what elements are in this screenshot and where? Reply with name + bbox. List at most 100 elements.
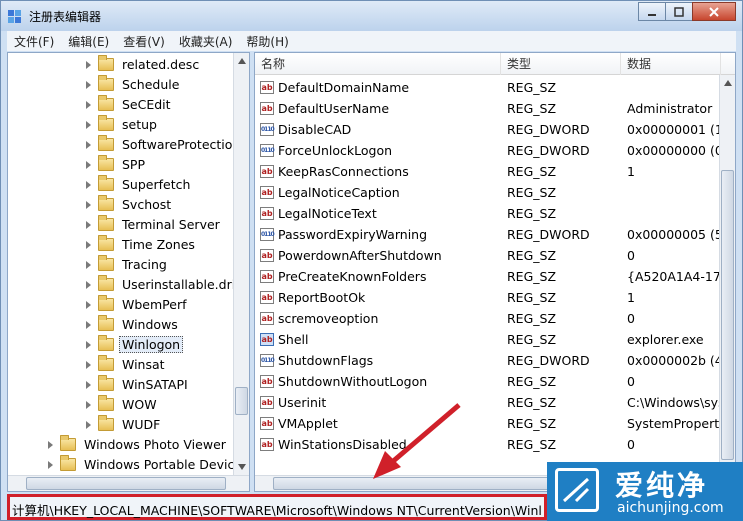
expand-arrow-icon[interactable] [84,320,93,329]
value-row[interactable]: ab LegalNoticeText REG_SZ [255,203,735,224]
string-value-icon: ab [260,396,274,409]
tree-item[interactable]: WbemPerf [84,294,189,314]
value-name-cell: ab Shell [260,332,500,347]
expand-arrow-icon[interactable] [84,340,93,349]
tree-item[interactable]: Userinstallable.drive [84,274,250,294]
value-row[interactable]: ab DefaultDomainName REG_SZ [255,77,735,98]
tree-item[interactable]: related.desc [84,54,202,74]
tree-item[interactable]: SeCEdit [84,94,174,114]
value-type: REG_SZ [507,185,557,200]
value-name: PreCreateKnownFolders [278,269,427,284]
column-header-data[interactable]: 数据 [621,53,721,75]
expand-arrow-icon[interactable] [46,440,55,449]
value-row[interactable]: ab ShutdownWithoutLogon REG_SZ 0 [255,371,735,392]
expand-arrow-icon[interactable] [84,60,93,69]
minimize-button[interactable] [638,2,666,21]
expand-arrow-icon[interactable] [84,180,93,189]
menu-file[interactable]: 文件(F) [7,33,61,50]
expand-arrow-icon[interactable] [84,140,93,149]
tree-item[interactable]: Superfetch [84,174,193,194]
tree-item[interactable]: Schedule [84,74,182,94]
tree-item[interactable]: Tracing [84,254,170,274]
value-row[interactable]: ab LegalNoticeCaption REG_SZ [255,182,735,203]
column-header-name[interactable]: 名称 [255,53,501,75]
scroll-up-icon[interactable] [234,53,249,69]
value-row[interactable]: 0110 PasswordExpiryWarning REG_DWORD 0x0000… [255,224,735,245]
value-row[interactable]: ab KeepRasConnections REG_SZ 1 [255,161,735,182]
list-vertical-scrollbar[interactable] [719,75,735,475]
menu-view[interactable]: 查看(V) [116,33,172,50]
column-header-type[interactable]: 类型 [501,53,621,75]
expand-arrow-icon[interactable] [84,240,93,249]
tree-item[interactable]: Winsat [84,354,168,374]
expand-arrow-icon[interactable] [84,260,93,269]
expand-arrow-icon[interactable] [84,100,93,109]
value-row[interactable]: ab scremoveoption REG_SZ 0 [255,308,735,329]
value-row[interactable]: ab ReportBootOk REG_SZ 1 [255,287,735,308]
string-value-icon: ab [260,333,274,346]
tree-item[interactable]: Windows [84,314,181,334]
list-scroll-thumb[interactable] [721,170,734,460]
string-value-icon: ab [260,438,274,451]
scroll-down-icon[interactable] [234,459,249,475]
value-type: REG_DWORD [507,353,590,368]
value-name: VMApplet [278,416,338,431]
expand-arrow-icon[interactable] [46,460,55,469]
expand-arrow-icon[interactable] [84,280,93,289]
tree-item[interactable]: Windows Photo Viewer [46,434,229,454]
title-bar: 注册表编辑器 [1,1,742,31]
binary-value-icon: 0110 [260,354,275,367]
value-name: DisableCAD [278,122,352,137]
string-value-icon: ab [260,375,274,388]
menu-help[interactable]: 帮助(H) [239,33,295,50]
value-row[interactable]: 0110 ForceUnlockLogon REG_DWORD 0x00000000 … [255,140,735,161]
tree-item[interactable]: SPP [84,154,148,174]
string-value-icon: ab [260,312,274,325]
expand-arrow-icon[interactable] [84,300,93,309]
expand-arrow-icon[interactable] [84,380,93,389]
value-row[interactable]: ab Userinit REG_SZ C:\Windows\sys [255,392,735,413]
tree-item[interactable]: WinSATAPI [84,374,191,394]
expand-arrow-icon[interactable] [84,120,93,129]
tree-vertical-scrollbar[interactable] [233,53,249,475]
tree-scroll-thumb[interactable] [235,387,248,415]
expand-arrow-icon[interactable] [84,400,93,409]
value-row[interactable]: ab Shell REG_SZ explorer.exe [255,329,735,350]
scroll-up-icon[interactable] [720,75,735,91]
tree-item[interactable]: WUDF [84,414,163,434]
menu-favorites[interactable]: 收藏夹(A) [172,33,240,50]
value-row[interactable]: 0110 DisableCAD REG_DWORD 0x00000001 (1) [255,119,735,140]
value-row[interactable]: 0110 ShutdownFlags REG_DWORD 0x0000002b (43 [255,350,735,371]
value-row[interactable]: ab DefaultUserName REG_SZ Administrator [255,98,735,119]
tree-item-label: Userinstallable.drive [122,276,250,292]
expand-arrow-icon[interactable] [84,160,93,169]
value-row[interactable]: ab WinStationsDisabled REG_SZ 0 [255,434,735,455]
tree-item[interactable]: Svchost [84,194,174,214]
expand-arrow-icon[interactable] [84,420,93,429]
list-hscroll-thumb[interactable] [273,477,573,490]
expand-arrow-icon[interactable] [84,80,93,89]
menu-edit[interactable]: 编辑(E) [61,33,116,50]
tree-horizontal-scrollbar[interactable] [8,475,249,491]
tree-item[interactable]: Winlogon [84,334,184,354]
folder-icon [98,234,114,251]
value-row[interactable]: ab PreCreateKnownFolders REG_SZ {A520A1A4-1… [255,266,735,287]
value-name-cell: ab PreCreateKnownFolders [260,269,500,284]
expand-arrow-icon[interactable] [84,220,93,229]
tree-item[interactable]: Windows Portable Devices [46,454,249,474]
folder-icon [98,114,114,131]
value-row[interactable]: ab VMApplet REG_SZ SystemPropertie [255,413,735,434]
value-type: REG_SZ [507,332,557,347]
string-value-icon: ab [260,81,274,94]
expand-arrow-icon[interactable] [84,360,93,369]
value-row[interactable]: ab PowerdownAfterShutdown REG_SZ 0 [255,245,735,266]
tree-hscroll-thumb[interactable] [26,477,226,490]
tree-item[interactable]: Terminal Server [84,214,223,234]
tree-item[interactable]: SoftwareProtectionP [84,134,249,154]
expand-arrow-icon[interactable] [84,200,93,209]
tree-item[interactable]: setup [84,114,160,134]
tree-item[interactable]: Time Zones [84,234,198,254]
close-button[interactable] [692,2,736,21]
maximize-button[interactable] [665,2,693,21]
tree-item[interactable]: WOW [84,394,160,414]
